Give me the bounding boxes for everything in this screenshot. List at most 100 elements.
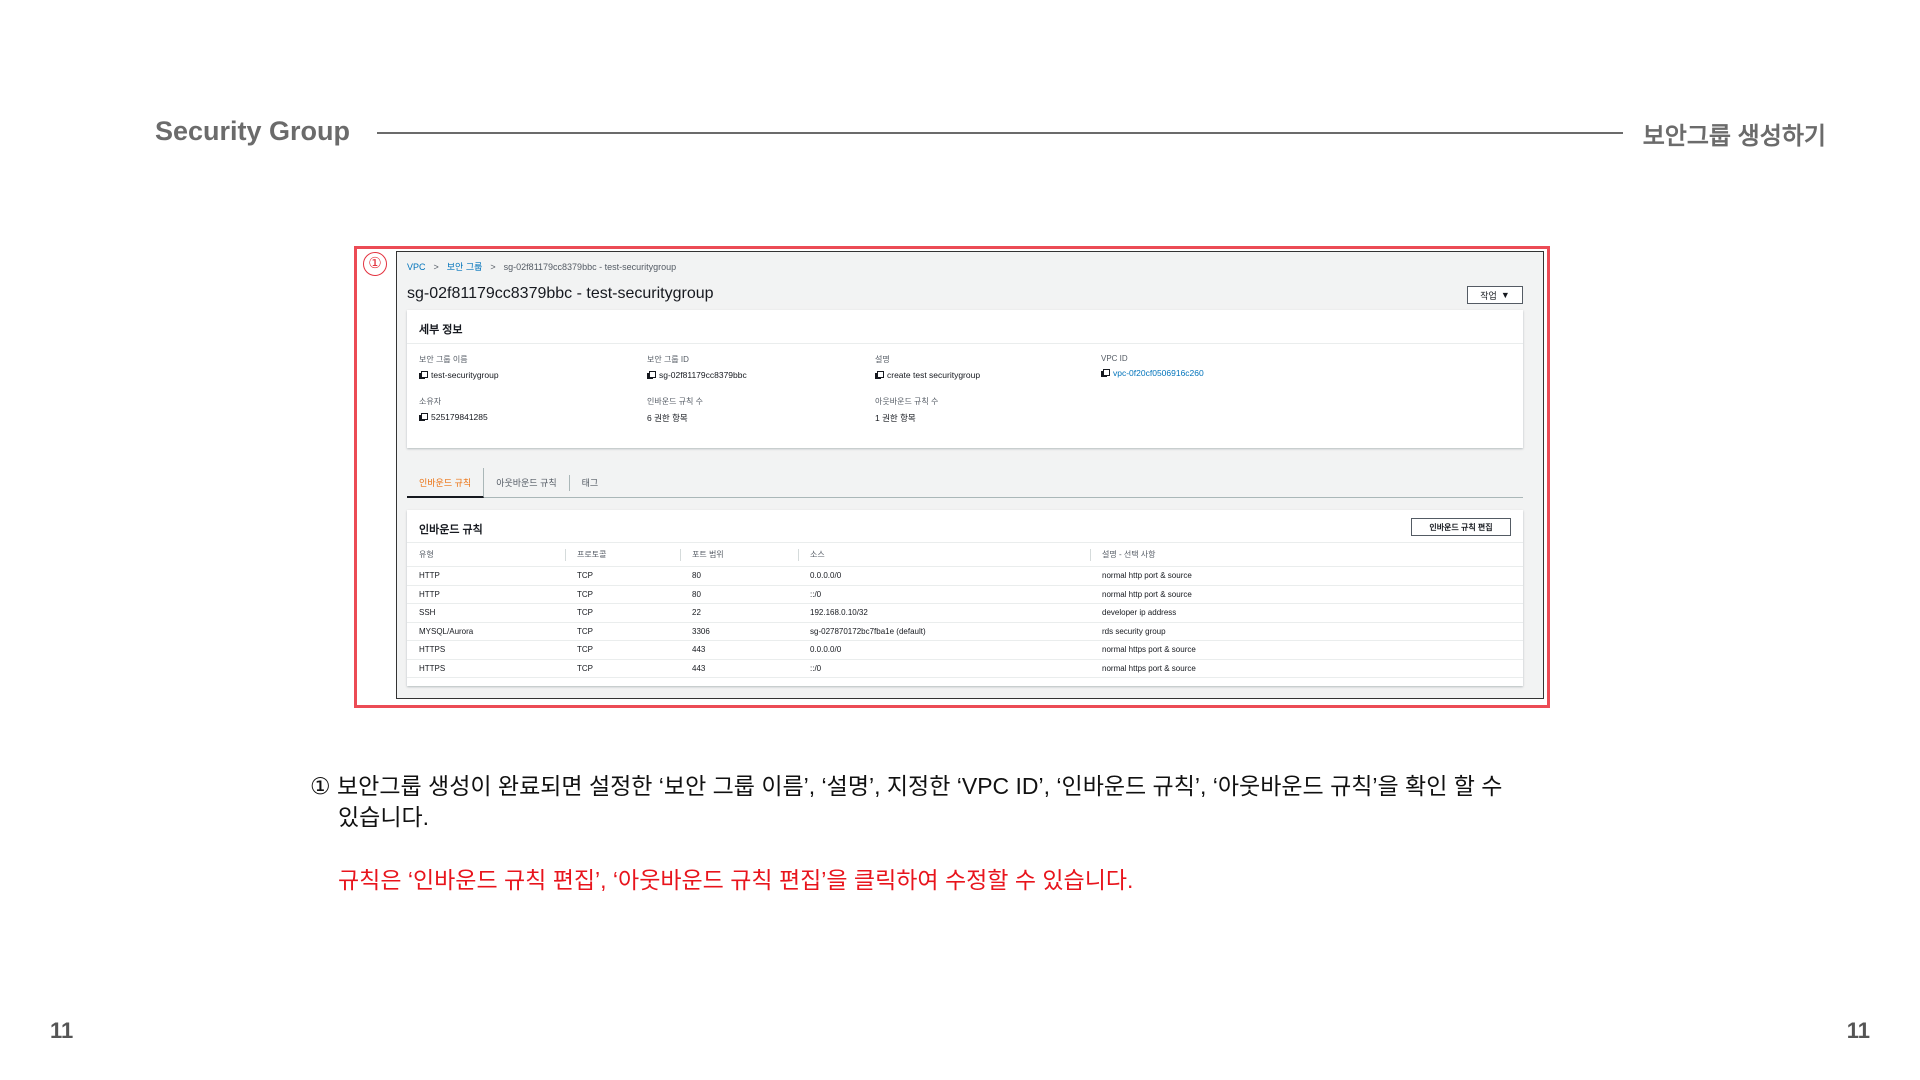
detail-value: 525179841285 (431, 412, 488, 422)
details-header: 세부 정보 (407, 310, 1523, 344)
table-row: HTTP TCP 80 ::/0 normal http port & sour… (407, 585, 1523, 604)
actions-button[interactable]: 작업 ▼ (1467, 286, 1523, 304)
detail-value-row: 6 권한 항목 (647, 412, 703, 424)
tab-outbound-rules[interactable]: 아웃바운드 규칙 (484, 474, 570, 491)
cell-protocol: TCP (565, 603, 680, 623)
detail-value-row: vpc-0f20cf0506916c260 (1101, 368, 1204, 378)
actions-button-label: 작업 (1480, 290, 1497, 301)
detail-value-row: create test securitygroup (875, 370, 980, 380)
caret-down-icon: ▼ (1500, 290, 1510, 300)
cell-description: normal https port & source (1090, 659, 1523, 678)
table-row: HTTPS TCP 443 0.0.0.0/0 normal https por… (407, 640, 1523, 660)
detail-label: 아웃바운드 규칙 수 (875, 397, 939, 406)
column-header-label: 설명 - 선택 사항 (1102, 550, 1156, 559)
column-header-label: 소스 (810, 550, 825, 559)
detail-outbound-count: 아웃바운드 규칙 수 1 권한 항목 (875, 396, 938, 424)
detail-sg-id: 보안 그룹 ID sg-02f81179cc8379bbc (647, 354, 747, 380)
copy-icon[interactable] (647, 371, 656, 379)
detail-description: 설명 create test securitygroup (875, 354, 980, 380)
tab-inbound-rules[interactable]: 인바운드 규칙 (407, 467, 485, 498)
detail-label: 인바운드 규칙 수 (647, 397, 703, 406)
cell-type: SSH (407, 603, 565, 623)
detail-value: create test securitygroup (887, 370, 981, 380)
detail-value: 1 권한 항목 (875, 413, 916, 423)
step-marker: ① (363, 252, 387, 276)
cell-port-range: 80 (680, 566, 798, 586)
copy-icon[interactable] (875, 371, 884, 379)
page-number-right: 11 (1846, 1018, 1870, 1043)
cell-description: normal http port & source (1090, 585, 1523, 604)
cell-protocol: TCP (565, 622, 680, 641)
vpc-id-link[interactable]: vpc-0f20cf0506916c260 (1113, 368, 1204, 378)
column-separator (1090, 549, 1091, 561)
detail-value: test-securitygroup (431, 370, 499, 380)
detail-inbound-count: 인바운드 규칙 수 6 권한 항목 (647, 396, 703, 424)
table-row: HTTPS TCP 443 ::/0 normal https port & s… (407, 659, 1523, 678)
details-panel: 세부 정보 보안 그룹 이름 test-securitygroup 보안 그룹 … (407, 310, 1523, 448)
detail-value-row: sg-02f81179cc8379bbc (647, 370, 747, 380)
column-header-protocol[interactable]: 프로토콜 (565, 542, 680, 567)
column-separator (798, 549, 799, 561)
cell-protocol: TCP (565, 640, 680, 660)
breadcrumb-security-groups[interactable]: 보안 그룹 (447, 260, 483, 273)
edit-inbound-rules-button[interactable]: 인바운드 규칙 편집 (1411, 518, 1511, 536)
column-header-label: 포트 범위 (692, 550, 724, 559)
cell-source: 0.0.0.0/0 (798, 566, 1090, 586)
page-number-left: 11 (50, 1018, 74, 1043)
column-separator (565, 549, 566, 561)
step-description: ① 보안그룹 생성이 완료되면 설정한 ‘보안 그룹 이름’, ‘설명’, 지정… (310, 771, 1630, 833)
copy-icon[interactable] (1101, 369, 1110, 377)
detail-label: VPC ID (1101, 354, 1128, 363)
rules-header: 인바운드 규칙 인바운드 규칙 편집 (407, 510, 1523, 542)
detail-label: 보안 그룹 이름 (419, 355, 468, 364)
table-header-row: 유형 프로토콜 포트 범위 소스 설명 - 선택 사항 (407, 542, 1523, 567)
breadcrumb-vpc[interactable]: VPC (407, 262, 426, 272)
breadcrumb-current: sg-02f81179cc8379bbc - test-securitygrou… (503, 261, 677, 272)
column-header-port-range[interactable]: 포트 범위 (680, 542, 798, 567)
slide-subtitle: 보안그룹 생성하기 (1642, 123, 1826, 150)
detail-label: 보안 그룹 ID (647, 355, 689, 364)
cell-port-range: 22 (680, 603, 798, 623)
cell-protocol: TCP (565, 585, 680, 604)
cell-type: HTTP (407, 566, 565, 586)
inbound-rules-table: 유형 프로토콜 포트 범위 소스 설명 - 선택 사항 HTTP TCP 80 … (407, 542, 1523, 678)
column-header-description[interactable]: 설명 - 선택 사항 (1090, 542, 1523, 567)
detail-value-row: 525179841285 (419, 412, 488, 422)
copy-icon[interactable] (419, 413, 428, 421)
detail-label: 소유자 (419, 397, 442, 406)
cell-port-range: 3306 (680, 622, 798, 641)
detail-owner: 소유자 525179841285 (419, 396, 488, 422)
column-header-source[interactable]: 소스 (798, 542, 1090, 567)
tab-tags[interactable]: 태그 (570, 475, 611, 491)
page-title: sg-02f81179cc8379bbc - test-securitygrou… (407, 285, 714, 302)
tab-bar: 인바운드 규칙 아웃바운드 규칙 태그 (407, 467, 1523, 498)
copy-icon[interactable] (419, 371, 428, 379)
cell-protocol: TCP (565, 566, 680, 586)
table-row: SSH TCP 22 192.168.0.10/32 developer ip … (407, 603, 1523, 623)
cell-port-range: 443 (680, 640, 798, 660)
cell-source: ::/0 (798, 659, 1090, 678)
cell-protocol: TCP (565, 659, 680, 678)
detail-value: 6 권한 항목 (647, 413, 688, 423)
cell-source: 192.168.0.10/32 (798, 603, 1090, 623)
detail-label: 설명 (875, 355, 890, 364)
table-row: MYSQL/Aurora TCP 3306 sg-027870172bc7fba… (407, 622, 1523, 641)
breadcrumb: VPC > 보안 그룹 > sg-02f81179cc8379bbc - tes… (407, 260, 676, 273)
detail-value-row: 1 권한 항목 (875, 412, 938, 424)
cell-type: MYSQL/Aurora (407, 622, 565, 641)
column-separator (680, 549, 681, 561)
cell-description: rds security group (1090, 622, 1523, 641)
cell-source: sg-027870172bc7fba1e (default) (798, 622, 1090, 641)
detail-sg-name: 보안 그룹 이름 test-securitygroup (419, 354, 499, 380)
cell-description: normal http port & source (1090, 566, 1523, 586)
cell-type: HTTPS (407, 659, 565, 678)
cell-port-range: 80 (680, 585, 798, 604)
description-line-2: 있습니다. (338, 804, 430, 830)
cell-source: ::/0 (798, 585, 1090, 604)
cell-description: developer ip address (1090, 603, 1523, 623)
cell-type: HTTPS (407, 640, 565, 660)
column-header-label: 프로토콜 (577, 550, 607, 559)
console-screenshot: VPC > 보안 그룹 > sg-02f81179cc8379bbc - tes… (396, 251, 1544, 699)
slide-title: Security Group (155, 116, 351, 146)
column-header-type[interactable]: 유형 (407, 542, 565, 567)
